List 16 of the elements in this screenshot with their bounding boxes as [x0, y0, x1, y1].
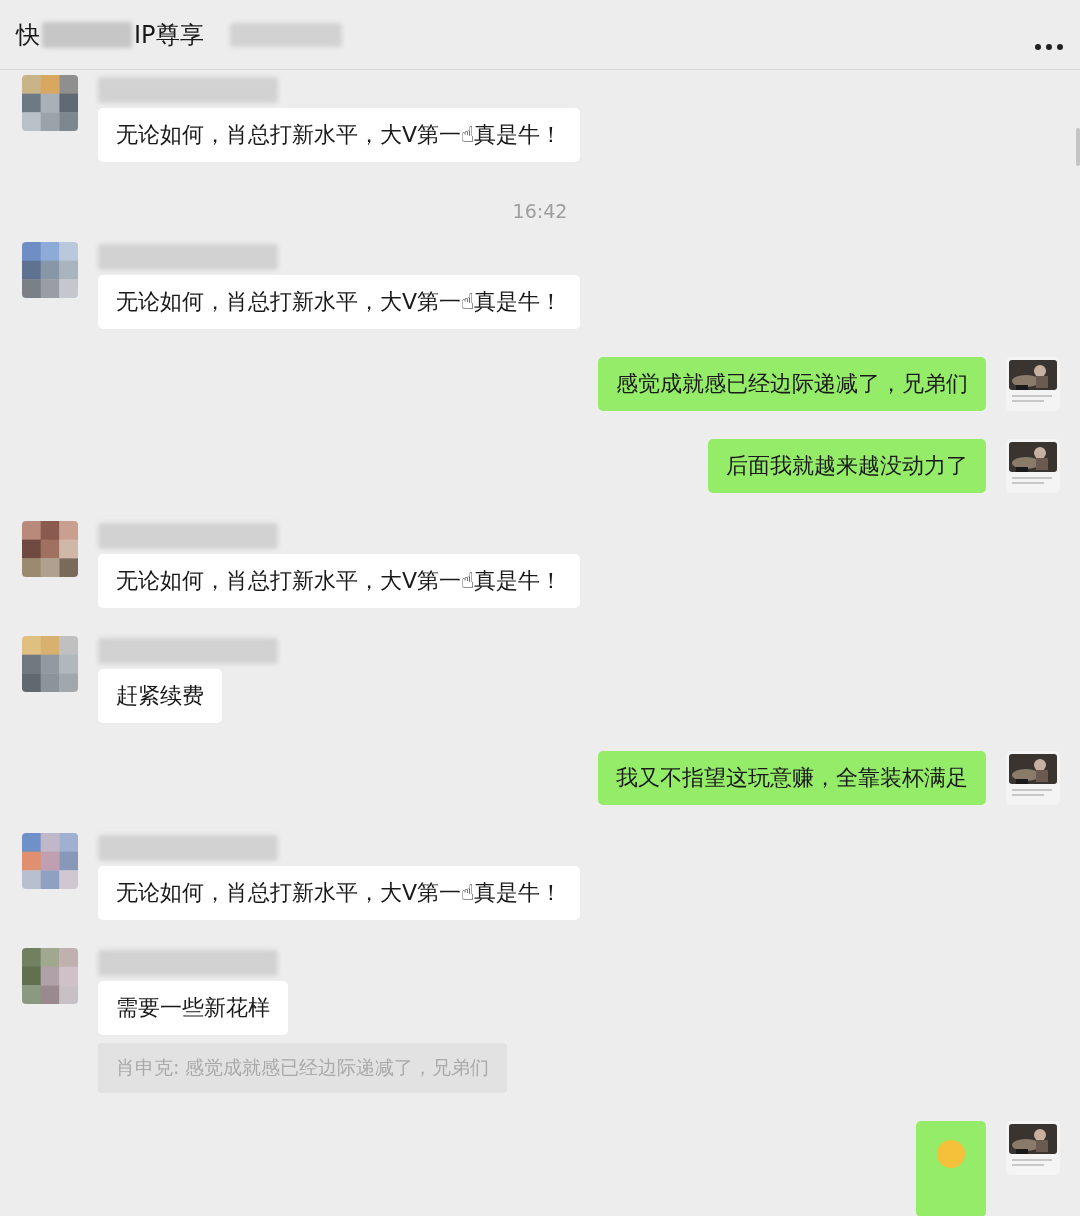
received-message-bubble: 赶紧续费: [98, 669, 222, 723]
sent-message-bubble: 感觉成就感已经边际递减了，兄弟们: [598, 357, 986, 411]
emoji-icon: [936, 1139, 966, 1169]
received-message-bubble: 无论如何，肖总打新水平，大V第一☝真是牛！: [98, 275, 581, 329]
received-message-bubble: 需要一些新花样: [98, 981, 288, 1035]
sent-message-bubble: 后面我就越来越没动力了: [708, 439, 986, 493]
quoted-message[interactable]: 肖申克: 感觉成就感已经边际递减了，兄弟们: [98, 1043, 508, 1093]
chat-title: IP尊享: [134, 19, 204, 51]
received-message-bubble: 无论如何，肖总打新水平，大V第一☝真是牛！: [98, 866, 581, 920]
scroll-bar[interactable]: [1076, 128, 1080, 166]
sent-message-bubble: 我又不指望这玩意赚，全靠装杯满足: [598, 751, 986, 805]
timestamp: 16:42: [512, 200, 568, 222]
more-icon[interactable]: [1034, 42, 1064, 51]
received-message-bubble: 无论如何，肖总打新水平，大V第一☝真是牛！: [98, 554, 581, 608]
chat-title: 快: [16, 19, 40, 51]
received-message-bubble: 无论如何，肖总打新水平，大V第一☝真是牛！: [98, 108, 581, 162]
